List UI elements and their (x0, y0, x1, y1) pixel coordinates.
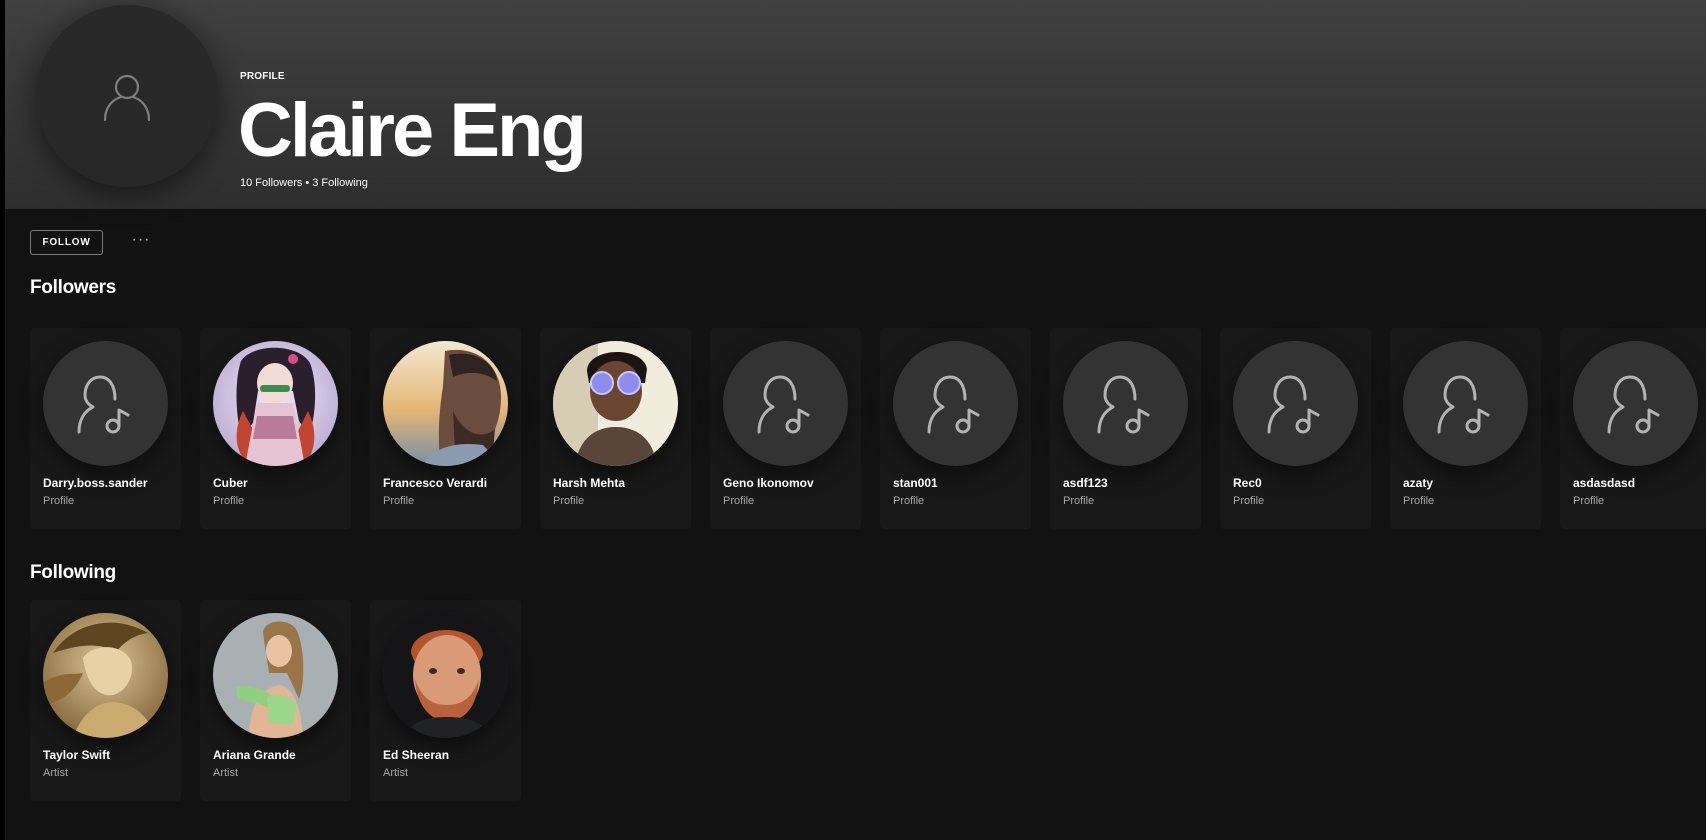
follower-avatar-photo (383, 341, 508, 466)
follower-type: Profile (1063, 495, 1095, 507)
following-type: Artist (43, 767, 69, 779)
follower-type: Profile (893, 495, 925, 507)
follower-name[interactable]: asdf123 (1063, 476, 1195, 490)
person-music-icon (757, 375, 809, 433)
follower-avatar (1573, 341, 1698, 466)
follower-avatar (893, 341, 1018, 466)
followers-section-title[interactable]: Followers (30, 277, 116, 299)
follower-type: Profile (723, 495, 755, 507)
follower-card[interactable]: Rec0 Profile (1220, 328, 1371, 529)
follower-type: Profile (1233, 495, 1265, 507)
following-avatar-photo (43, 613, 168, 738)
follower-avatar (723, 341, 848, 466)
follower-card[interactable]: Harsh Mehta Profile (540, 328, 691, 529)
follower-avatar (1403, 341, 1528, 466)
follower-avatar-photo (213, 341, 338, 466)
anime-character-photo (213, 341, 338, 466)
following-avatar-photo (383, 613, 508, 738)
follower-avatar (43, 341, 168, 466)
follower-card[interactable]: stan001 Profile (880, 328, 1031, 529)
follower-avatar (1063, 341, 1188, 466)
follower-name[interactable]: azaty (1403, 476, 1535, 490)
follower-card[interactable]: azaty Profile (1390, 328, 1541, 529)
follower-card[interactable]: Darry.boss.sander Profile (30, 328, 181, 529)
follower-card[interactable]: asdasdasd Profile (1560, 328, 1706, 529)
follower-name[interactable]: asdasdasd (1573, 476, 1705, 490)
follower-name[interactable]: Rec0 (1233, 476, 1365, 490)
follower-name[interactable]: Francesco Verardi (383, 476, 515, 490)
following-avatar-photo (213, 613, 338, 738)
follower-name[interactable]: Geno Ikonomov (723, 476, 855, 490)
page-type-label: PROFILE (240, 71, 285, 82)
follower-avatar-photo (553, 341, 678, 466)
follower-type: Profile (1573, 495, 1605, 507)
following-name[interactable]: Ariana Grande (213, 748, 345, 762)
portrait-photo (553, 341, 678, 466)
user-icon (103, 74, 151, 122)
profile-stats: 10 Followers • 3 Following (240, 177, 368, 189)
person-music-icon (77, 375, 129, 433)
person-music-icon (1267, 375, 1319, 433)
following-type: Artist (213, 767, 239, 779)
follower-name[interactable]: Harsh Mehta (553, 476, 685, 490)
follower-name[interactable]: stan001 (893, 476, 1025, 490)
follower-card[interactable]: asdf123 Profile (1050, 328, 1201, 529)
follower-type: Profile (1403, 495, 1435, 507)
page-title: Claire Eng (238, 88, 587, 173)
followers-row: Darry.boss.sander Profile Cuber Profile (30, 328, 1706, 529)
more-options-button[interactable]: ··· (128, 228, 154, 252)
person-music-icon (927, 375, 979, 433)
following-card[interactable]: Ariana Grande Artist (200, 600, 351, 801)
following-count[interactable]: 3 Following (312, 177, 368, 189)
follower-card[interactable]: Cuber Profile (200, 328, 351, 529)
follower-card[interactable]: Geno Ikonomov Profile (710, 328, 861, 529)
person-music-icon (1607, 375, 1659, 433)
portrait-photo (383, 341, 508, 466)
following-row: Taylor Swift Artist Ariana Grande Artist (30, 600, 540, 801)
artist-photo (213, 613, 338, 738)
follower-card[interactable]: Francesco Verardi Profile (370, 328, 521, 529)
following-name[interactable]: Taylor Swift (43, 748, 175, 762)
following-name[interactable]: Ed Sheeran (383, 748, 515, 762)
following-type: Artist (383, 767, 409, 779)
profile-header: PROFILE Claire Eng 10 Followers • 3 Follow… (5, 0, 1706, 209)
person-music-icon (1437, 375, 1489, 433)
stats-separator: • (305, 177, 310, 189)
profile-avatar[interactable] (36, 5, 218, 187)
follower-type: Profile (553, 495, 585, 507)
followers-count[interactable]: 10 Followers (240, 177, 302, 189)
follow-button[interactable]: FOLLOW (30, 230, 103, 255)
artist-photo (383, 613, 508, 738)
following-card[interactable]: Ed Sheeran Artist (370, 600, 521, 801)
following-section-title[interactable]: Following (30, 562, 116, 584)
follower-name[interactable]: Cuber (213, 476, 345, 490)
artist-photo (43, 613, 168, 738)
follower-type: Profile (383, 495, 415, 507)
follower-type: Profile (43, 495, 75, 507)
person-music-icon (1097, 375, 1149, 433)
following-card[interactable]: Taylor Swift Artist (30, 600, 181, 801)
follower-avatar (1233, 341, 1358, 466)
follower-name[interactable]: Darry.boss.sander (43, 476, 175, 490)
follower-type: Profile (213, 495, 245, 507)
